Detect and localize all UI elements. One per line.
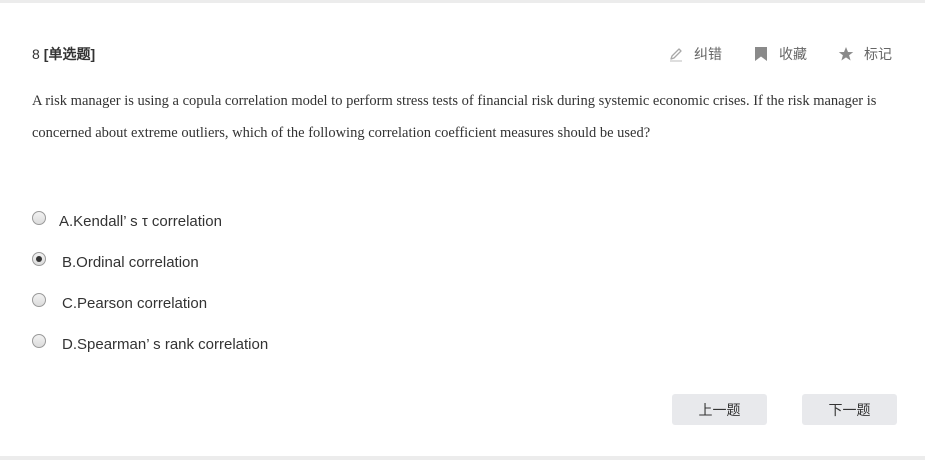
option-c-radio[interactable] xyxy=(32,293,46,307)
bookmark-icon xyxy=(753,46,769,62)
bottom-divider xyxy=(0,456,925,460)
option-b-radio[interactable] xyxy=(32,252,46,266)
mark-label: 标记 xyxy=(864,46,892,62)
favorite-label: 收藏 xyxy=(779,46,807,62)
question-number: 8 xyxy=(32,46,40,62)
top-divider xyxy=(0,0,925,3)
question-toolbar: 纠错 收藏 标记 xyxy=(668,44,892,64)
option-c-label: C.Pearson correlation xyxy=(62,295,208,312)
next-question-button[interactable]: 下一题 xyxy=(802,394,897,425)
question-type: [单选题] xyxy=(43,46,96,62)
option-a-label: A.Kendall’ s τ correlation xyxy=(59,213,222,230)
option-a-radio[interactable] xyxy=(32,211,46,225)
option-d-label: D.Spearman’ s rank correlation xyxy=(62,336,269,353)
previous-question-button[interactable]: 上一题 xyxy=(672,394,767,425)
report-error-button[interactable]: 纠错 xyxy=(668,44,722,64)
question-header: 8 [单选题] xyxy=(32,44,95,64)
favorite-button[interactable]: 收藏 xyxy=(753,44,807,64)
report-error-label: 纠错 xyxy=(694,46,722,62)
mark-button[interactable]: 标记 xyxy=(838,44,892,64)
option-d-radio[interactable] xyxy=(32,334,46,348)
question-text: A risk manager is using a copula correla… xyxy=(32,93,877,141)
option-b-label: B.Ordinal correlation xyxy=(62,254,199,271)
star-icon xyxy=(838,46,854,62)
pencil-icon xyxy=(668,46,684,62)
